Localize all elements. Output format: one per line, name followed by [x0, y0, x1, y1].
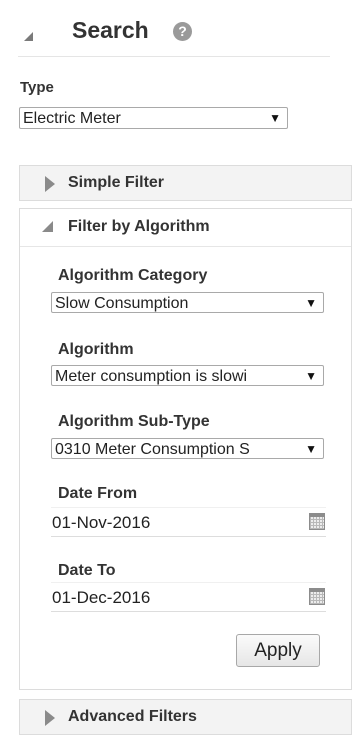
expand-triangle-icon	[45, 176, 55, 192]
dropdown-arrow-icon: ▼	[305, 296, 317, 310]
date-to-label: Date To	[58, 562, 116, 579]
apply-button[interactable]: Apply	[236, 634, 320, 667]
collapse-triangle-icon[interactable]	[24, 32, 33, 41]
algorithm-subtype-value: 0310 Meter Consumption S	[55, 441, 250, 458]
type-select[interactable]: Electric Meter ▼	[19, 107, 288, 129]
calendar-icon[interactable]	[309, 513, 325, 530]
algorithm-value: Meter consumption is slowi	[55, 368, 248, 385]
algorithm-select[interactable]: Meter consumption is slowi ▼	[51, 365, 324, 386]
collapse-triangle-icon	[42, 221, 53, 232]
algorithm-category-select[interactable]: Slow Consumption ▼	[51, 292, 324, 313]
dropdown-arrow-icon: ▼	[269, 111, 281, 125]
date-from-input[interactable]: 01-Nov-2016	[51, 507, 326, 537]
calendar-icon[interactable]	[309, 588, 325, 605]
advanced-filters-panel[interactable]: Advanced Filters	[19, 699, 352, 735]
algorithm-category-label: Algorithm Category	[58, 267, 208, 284]
date-from-label: Date From	[58, 485, 138, 502]
date-to-input[interactable]: 01-Dec-2016	[51, 582, 326, 612]
advanced-filters-label: Advanced Filters	[68, 708, 197, 725]
search-header: Search ?	[18, 12, 330, 57]
filter-by-algorithm-panel: Filter by Algorithm Algorithm Category S…	[19, 208, 352, 690]
expand-triangle-icon	[45, 710, 55, 726]
algorithm-subtype-select[interactable]: 0310 Meter Consumption S ▼	[51, 438, 324, 459]
dropdown-arrow-icon: ▼	[305, 369, 317, 383]
algorithm-label: Algorithm	[58, 341, 134, 358]
type-select-value: Electric Meter	[23, 110, 121, 127]
filter-by-algorithm-label: Filter by Algorithm	[68, 218, 210, 235]
simple-filter-panel[interactable]: Simple Filter	[19, 165, 352, 201]
type-label: Type	[20, 79, 54, 96]
algorithm-subtype-label: Algorithm Sub-Type	[58, 413, 210, 430]
algorithm-category-value: Slow Consumption	[55, 295, 189, 312]
dropdown-arrow-icon: ▼	[305, 442, 317, 456]
date-from-value: 01-Nov-2016	[52, 513, 151, 532]
help-icon[interactable]: ?	[173, 22, 192, 41]
filter-by-algorithm-header[interactable]: Filter by Algorithm	[20, 209, 351, 247]
simple-filter-label: Simple Filter	[68, 174, 165, 191]
date-to-value: 01-Dec-2016	[52, 588, 151, 607]
search-title: Search	[72, 17, 149, 43]
